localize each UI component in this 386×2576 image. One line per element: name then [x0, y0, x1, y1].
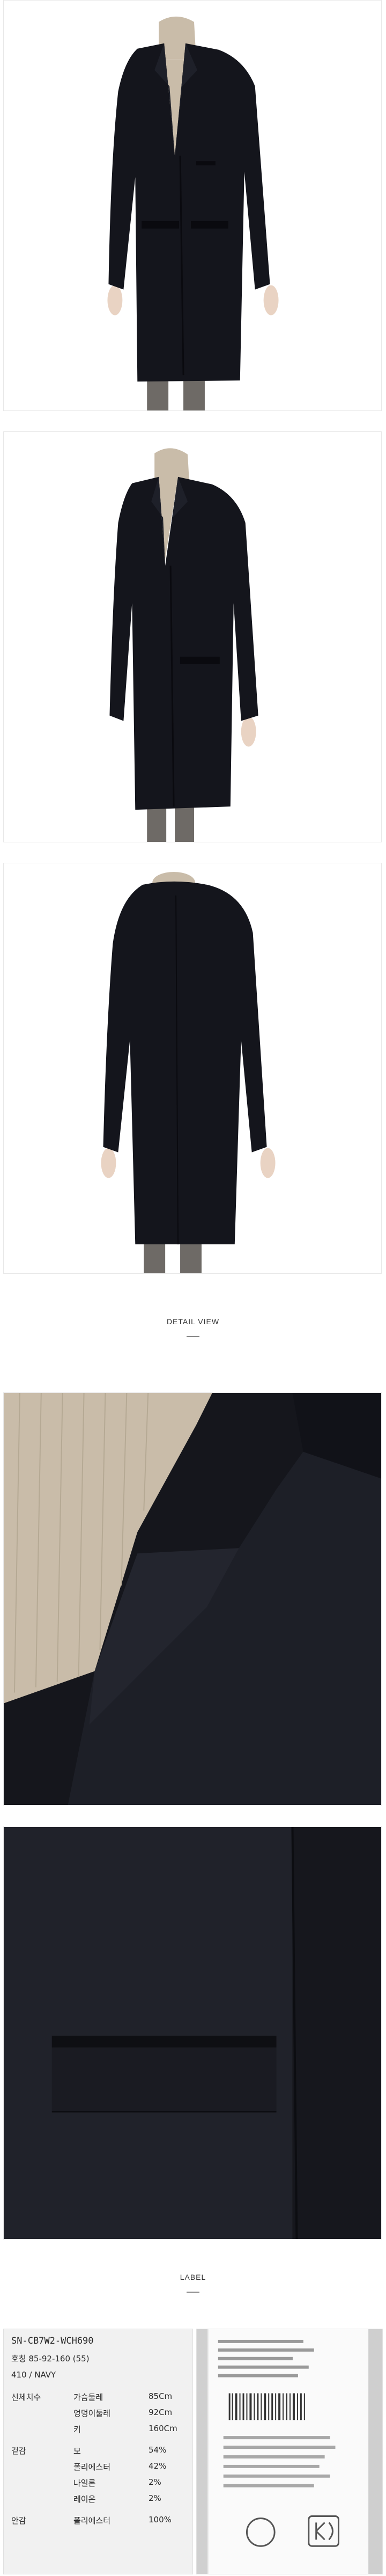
label-measure-value: 92Cm — [149, 2408, 173, 2417]
label-fabric-key: 모 — [73, 2446, 81, 2456]
label-measure-key: 가슴둘레 — [73, 2392, 103, 2402]
label-fabric-value: 2% — [149, 2493, 161, 2503]
label-fabric-key: 레이온 — [73, 2494, 96, 2504]
detail-view-divider — [187, 1336, 199, 1337]
collar-detail-illustration — [4, 1393, 381, 1805]
label-heading: LABEL — [180, 2273, 206, 2281]
label-lining-value: 100% — [149, 2515, 172, 2524]
price-tag-illustration — [197, 2329, 382, 2574]
label-fabric-header: 겉감 — [11, 2446, 26, 2456]
price-tag-photo — [196, 2329, 383, 2574]
care-label-photo: SN-CB7W2-WCH690 호칭 85-92-160 (55) 410 / … — [3, 2329, 193, 2574]
detail-view-heading: DETAIL VIEW — [166, 1317, 220, 1326]
label-style-code: SN-CB7W2-WCH690 — [11, 2336, 94, 2346]
product-photo-back — [3, 863, 382, 1274]
product-photo-front — [3, 0, 382, 411]
label-measure-value: 160Cm — [149, 2424, 177, 2433]
label-measure-header: 신체치수 — [11, 2392, 41, 2402]
label-measure-key: 엉덩이둘레 — [73, 2409, 111, 2418]
label-fabric-value: 42% — [149, 2461, 167, 2471]
label-lining-key: 폴리에스터 — [73, 2516, 111, 2526]
detail-photo-collar — [3, 1392, 382, 1806]
label-divider — [187, 2292, 199, 2293]
coat-back-illustration — [4, 863, 381, 1273]
label-measure-value: 85Cm — [149, 2391, 173, 2401]
label-fabric-value: 2% — [149, 2477, 161, 2487]
label-fabric-value: 54% — [149, 2445, 167, 2455]
coat-side-illustration — [4, 432, 381, 842]
product-photo-side — [3, 431, 382, 842]
coat-front-illustration — [4, 1, 381, 410]
label-measure-key: 키 — [73, 2425, 81, 2434]
pocket-detail-illustration — [4, 1827, 381, 2239]
label-size-line: 호칭 85-92-160 (55) — [11, 2354, 90, 2364]
label-fabric-key: 나일론 — [73, 2478, 96, 2488]
detail-photo-pocket — [3, 1826, 382, 2240]
label-lining-header: 안감 — [11, 2516, 26, 2526]
label-color-line: 410 / NAVY — [11, 2370, 56, 2380]
label-fabric-key: 폴리에스터 — [73, 2462, 111, 2472]
